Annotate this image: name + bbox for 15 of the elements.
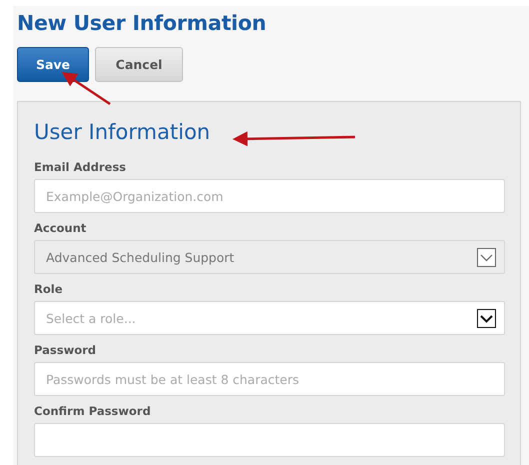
field-label: Password xyxy=(34,343,97,357)
save-button[interactable]: Save xyxy=(17,47,89,82)
input-field[interactable] xyxy=(34,423,505,457)
cancel-button[interactable]: Cancel xyxy=(95,47,183,82)
page-title: New User Information xyxy=(17,10,268,37)
chevron-down-icon xyxy=(477,248,496,266)
field-label: Account xyxy=(34,221,88,235)
field-label: Email Address xyxy=(34,160,128,174)
field-label: Role xyxy=(34,282,64,296)
input-field[interactable]: Passwords must be at least 8 characters xyxy=(34,362,505,396)
section-heading: User Information xyxy=(34,120,210,144)
annotation-arrow xyxy=(62,72,111,106)
field-label: Confirm Password xyxy=(34,404,152,418)
chevron-down-icon xyxy=(477,308,496,328)
input-field[interactable]: Example@Organization.com xyxy=(34,179,505,213)
